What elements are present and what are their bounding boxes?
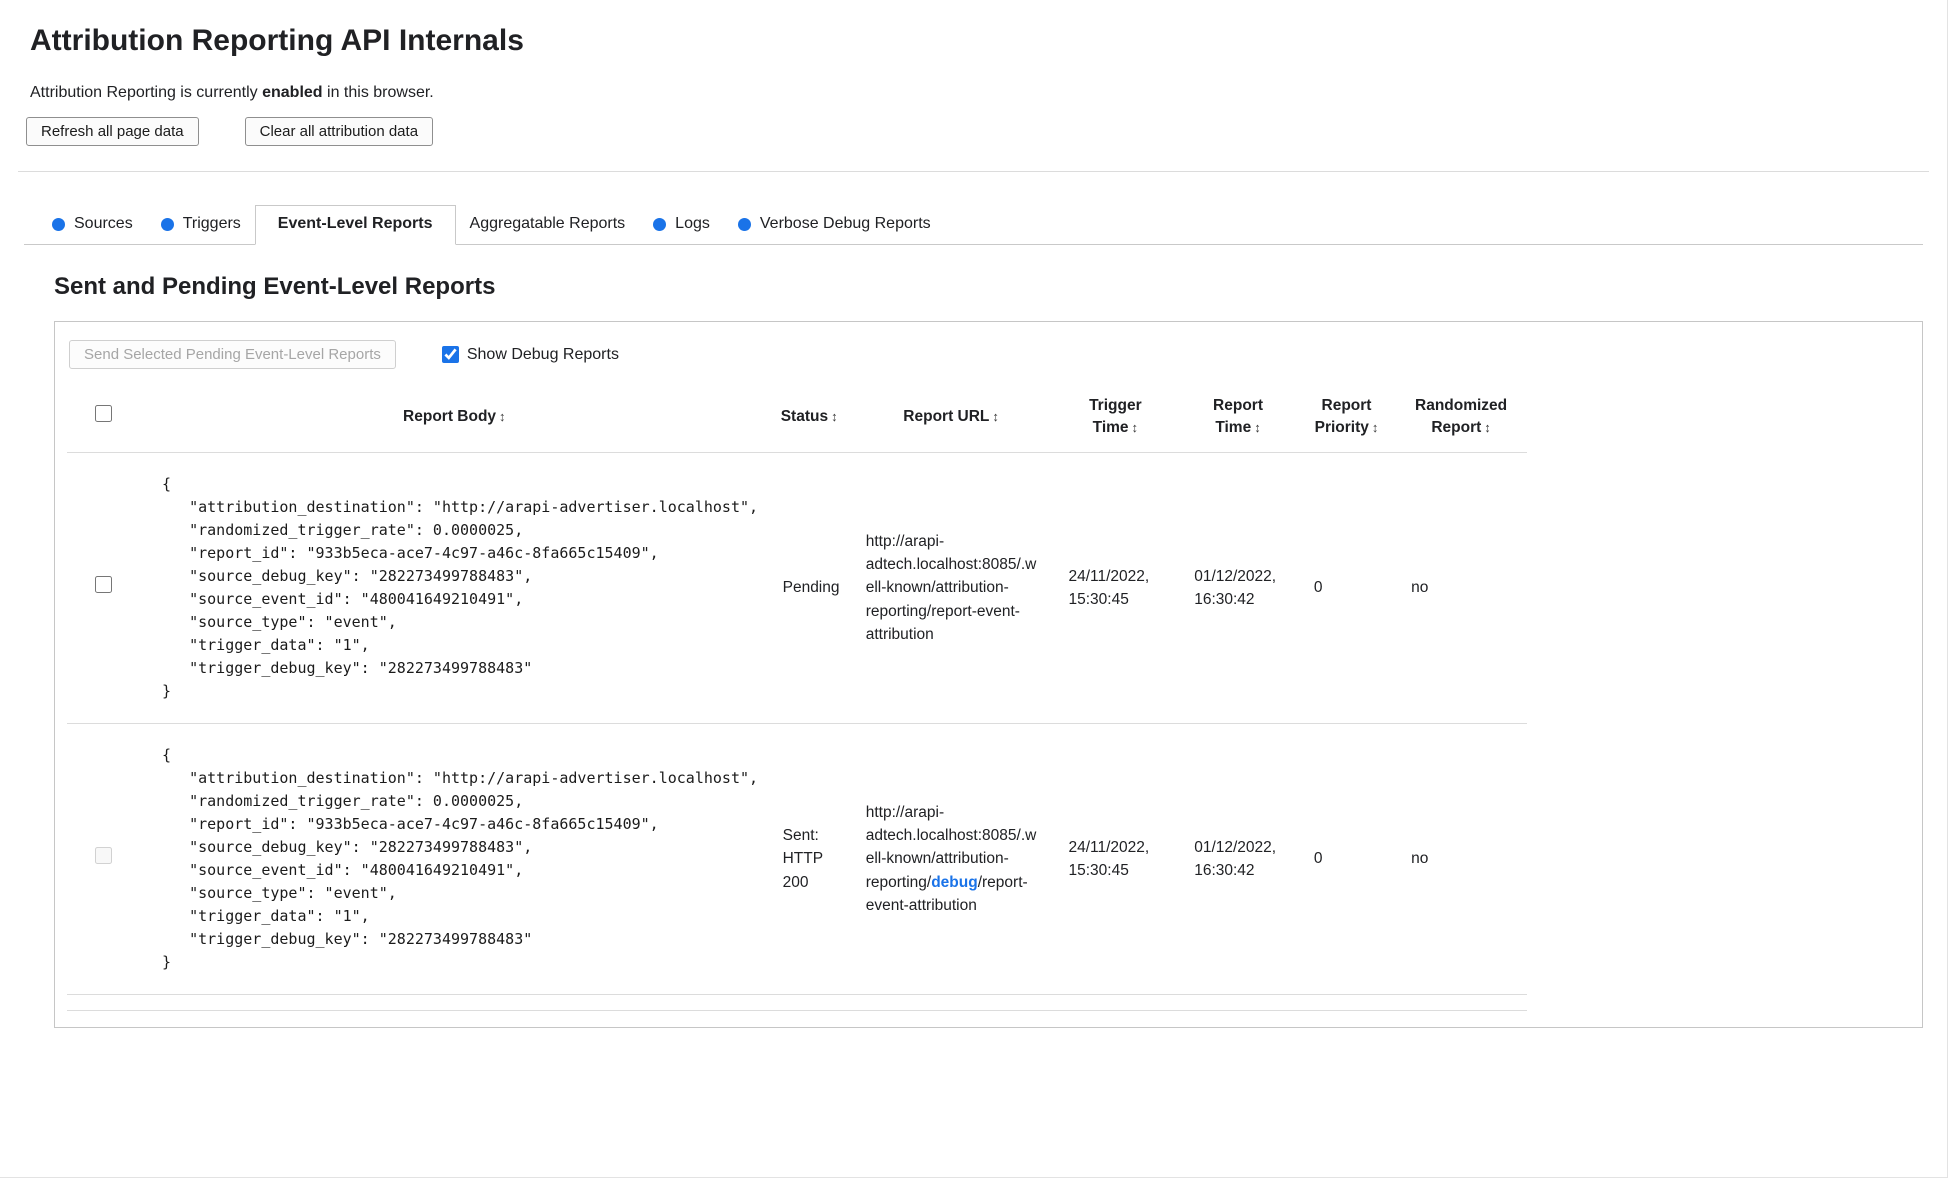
report-time: 01/12/2022, 16:30:42	[1194, 567, 1277, 608]
status-text-suffix: in this browser.	[322, 84, 434, 101]
report-time: 01/12/2022, 16:30:42	[1194, 838, 1277, 879]
report-url: http://arapi-adtech.localhost:8085/.well…	[865, 803, 1037, 914]
tab-label: Verbose Debug Reports	[759, 215, 931, 232]
sort-icon: ↕	[1371, 420, 1379, 436]
column-header-randomized-report[interactable]: Randomized Report ↕	[1395, 383, 1527, 452]
tab-sources[interactable]: Sources	[38, 206, 147, 244]
trigger-time: 24/11/2022, 15:30:45	[1068, 567, 1150, 608]
tab-verbose-debug-reports[interactable]: Verbose Debug Reports	[724, 206, 945, 244]
show-debug-reports-checkbox[interactable]	[441, 346, 459, 363]
table-footer-spacer	[67, 994, 1527, 1010]
row-select-cell	[67, 452, 140, 723]
clear-all-button[interactable]: Clear all attribution data	[244, 117, 434, 146]
column-header-report-priority[interactable]: Report Priority ↕	[1298, 383, 1395, 452]
notification-dot-icon	[160, 217, 174, 231]
report-status: Pending	[782, 579, 840, 597]
column-header-report-time[interactable]: Report Time ↕	[1178, 383, 1298, 452]
tab-aggregatable-reports[interactable]: Aggregatable Reports	[456, 206, 640, 244]
trigger-time: 24/11/2022, 15:30:45	[1068, 838, 1150, 879]
refresh-all-button[interactable]: Refresh all page data	[26, 117, 199, 146]
tab-label: Event-Level Reports	[277, 215, 433, 232]
sort-icon: ↕	[1484, 420, 1491, 436]
sort-icon: ↕	[1254, 420, 1261, 436]
sort-icon: ↕	[1131, 420, 1139, 436]
show-debug-reports-toggle[interactable]: Show Debug Reports	[441, 345, 619, 364]
status-line: Attribution Reporting is currently enabl…	[30, 84, 1923, 102]
report-priority: 0	[1313, 850, 1323, 868]
randomized-report: no	[1411, 579, 1429, 597]
event-level-reports-panel: Send Selected Pending Event-Level Report…	[54, 321, 1923, 1028]
tab-label: Aggregatable Reports	[469, 215, 626, 232]
divider	[18, 171, 1929, 172]
column-header-report-url[interactable]: Report URL ↕	[850, 383, 1053, 452]
sort-icon: ↕	[831, 409, 838, 425]
row-select-cell	[67, 723, 140, 994]
select-all-header-cell	[67, 383, 140, 452]
toolbar: Refresh all page data Clear all attribut…	[26, 117, 1923, 146]
tab-label: Logs	[675, 215, 710, 232]
tab-label: Triggers	[182, 215, 241, 232]
sort-icon: ↕	[992, 409, 999, 425]
report-priority: 0	[1313, 579, 1323, 597]
notification-dot-icon	[653, 217, 667, 231]
notification-dot-icon	[737, 217, 751, 231]
column-header-trigger-time[interactable]: Trigger Time ↕	[1052, 383, 1178, 452]
report-body-cell: { "attribution_destination": "http://ara…	[140, 723, 769, 994]
sort-icon: ↕	[499, 409, 506, 425]
tab-strip: Sources Triggers Event-Level Reports Agg…	[24, 205, 1923, 245]
notification-dot-icon	[52, 217, 65, 231]
section-heading: Sent and Pending Event-Level Reports	[54, 273, 496, 300]
tab-triggers[interactable]: Triggers	[147, 206, 255, 244]
send-selected-reports-button: Send Selected Pending Event-Level Report…	[69, 340, 396, 369]
show-debug-reports-label: Show Debug Reports	[466, 345, 619, 363]
select-all-checkbox[interactable]	[95, 405, 112, 423]
table-header-row: Report Body ↕ Status ↕ Report URL ↕ Trigger…	[67, 383, 1527, 453]
attribution-internals-page: Attribution Reporting API Internals Attr…	[0, 0, 1948, 1178]
tab-logs[interactable]: Logs	[639, 206, 724, 244]
column-header-status[interactable]: Status ↕	[769, 383, 850, 452]
reports-table: Report Body ↕ Status ↕ Report URL ↕ Trigger…	[67, 383, 1527, 1011]
report-status: Sent: HTTP 200	[782, 827, 823, 891]
column-header-report-body[interactable]: Report Body ↕	[140, 383, 769, 452]
report-url: http://arapi-adtech.localhost:8085/.well…	[865, 532, 1037, 643]
tab-label: Sources	[74, 215, 133, 232]
row-select-checkbox-disabled	[95, 846, 112, 864]
page-title: Attribution Reporting API Internals	[30, 24, 524, 57]
tab-event-level-reports[interactable]: Event-Level Reports	[254, 205, 456, 245]
report-body-cell: { "attribution_destination": "http://ara…	[140, 452, 769, 723]
panel-controls: Send Selected Pending Event-Level Report…	[67, 334, 1910, 379]
report-row-pending: { "attribution_destination": "http://ara…	[67, 452, 1527, 724]
randomized-report: no	[1411, 850, 1429, 868]
report-body-json: { "attribution_destination": "http://ara…	[162, 474, 759, 700]
status-text-prefix: Attribution Reporting is currently	[30, 84, 263, 101]
report-row-sent: { "attribution_destination": "http://ara…	[67, 723, 1527, 995]
debug-url-highlight: debug	[931, 873, 978, 891]
row-select-checkbox[interactable]	[95, 575, 112, 593]
report-body-json: { "attribution_destination": "http://ara…	[162, 745, 759, 971]
status-enabled-text: enabled	[262, 84, 323, 101]
